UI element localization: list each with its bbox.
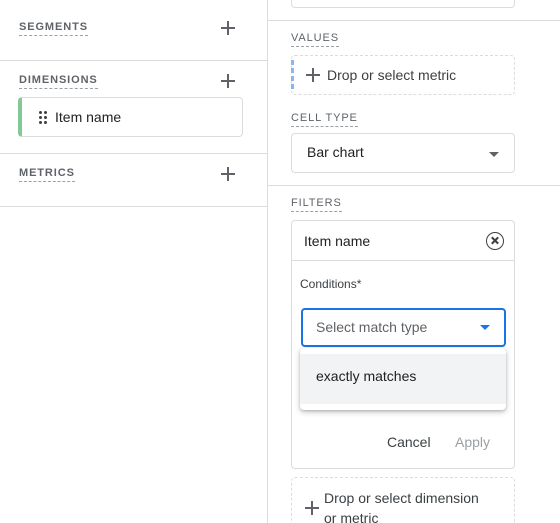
add-metric-icon[interactable]	[218, 164, 238, 184]
plus-icon	[304, 66, 322, 84]
section-divider	[268, 20, 560, 21]
match-type-menu: exactly matches	[300, 348, 506, 410]
add-segment-icon[interactable]	[218, 18, 238, 38]
variables-panel: SEGMENTS DIMENSIONS Item name METRICS	[0, 0, 267, 523]
conditions-label: Conditions*	[300, 277, 362, 291]
menu-item-label: exactly matches	[316, 368, 417, 384]
dimensions-label: DIMENSIONS	[19, 74, 98, 89]
add-dimension-icon[interactable]	[218, 71, 238, 91]
dimension-drop-line2: or metric	[324, 510, 379, 523]
match-type-select[interactable]: Select match type	[301, 308, 506, 347]
filter-dimension-label: Item name	[304, 233, 371, 249]
section-divider	[268, 185, 560, 186]
metrics-label: METRICS	[19, 167, 75, 182]
segments-section: SEGMENTS	[0, 0, 267, 61]
tab-settings-panel: VALUES Drop or select metric CELL TYPE B…	[268, 0, 560, 523]
values-placeholder: Drop or select metric	[327, 67, 457, 83]
dimension-drop-line1: Drop or select dimension	[324, 490, 479, 506]
apply-button[interactable]: Apply	[455, 434, 490, 450]
filter-header: Item name	[292, 221, 514, 261]
filter-card: Item name Conditions* Select match type …	[291, 220, 515, 469]
segments-label: SEGMENTS	[19, 21, 88, 36]
cell-type-value: Bar chart	[307, 144, 364, 160]
match-type-placeholder: Select match type	[316, 319, 428, 335]
plus-icon	[303, 499, 321, 517]
previous-field-box	[291, 0, 515, 8]
filters-label: FILTERS	[291, 197, 342, 212]
menu-item-exactly-matches[interactable]: exactly matches	[300, 354, 506, 404]
cancel-button[interactable]: Cancel	[387, 434, 431, 450]
dropzone-accent	[291, 60, 294, 90]
chevron-down-icon	[480, 325, 490, 330]
dimension-or-metric-dropzone[interactable]: Drop or select dimension or metric	[291, 477, 515, 523]
clear-icon[interactable]	[486, 232, 504, 250]
metrics-section: METRICS	[0, 154, 267, 207]
values-label: VALUES	[291, 32, 339, 47]
drag-handle-icon[interactable]	[39, 111, 49, 125]
chevron-down-icon	[489, 152, 499, 157]
cell-type-label: CELL TYPE	[291, 112, 358, 127]
dimension-chip-label: Item name	[55, 109, 122, 125]
dimension-chip-item-name[interactable]: Item name	[18, 97, 243, 137]
values-dropzone[interactable]: Drop or select metric	[291, 55, 515, 95]
cell-type-select[interactable]: Bar chart	[291, 133, 515, 173]
